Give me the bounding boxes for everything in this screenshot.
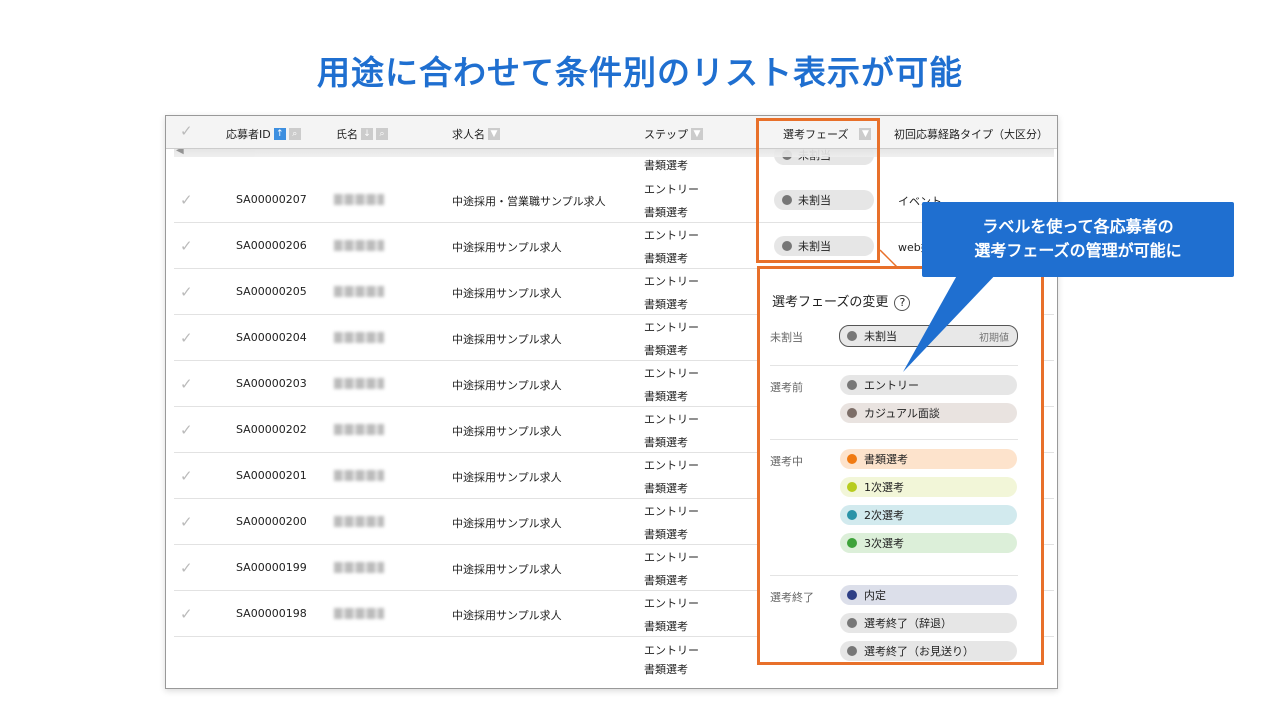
callout-pointer <box>879 249 1000 372</box>
callout-box: ラベルを使って各応募者の 選考フェーズの管理が可能に <box>922 202 1234 277</box>
callout-line1: ラベルを使って各応募者の <box>982 217 1174 236</box>
callout-line2: 選考フェーズの管理が可能に <box>974 241 1182 260</box>
